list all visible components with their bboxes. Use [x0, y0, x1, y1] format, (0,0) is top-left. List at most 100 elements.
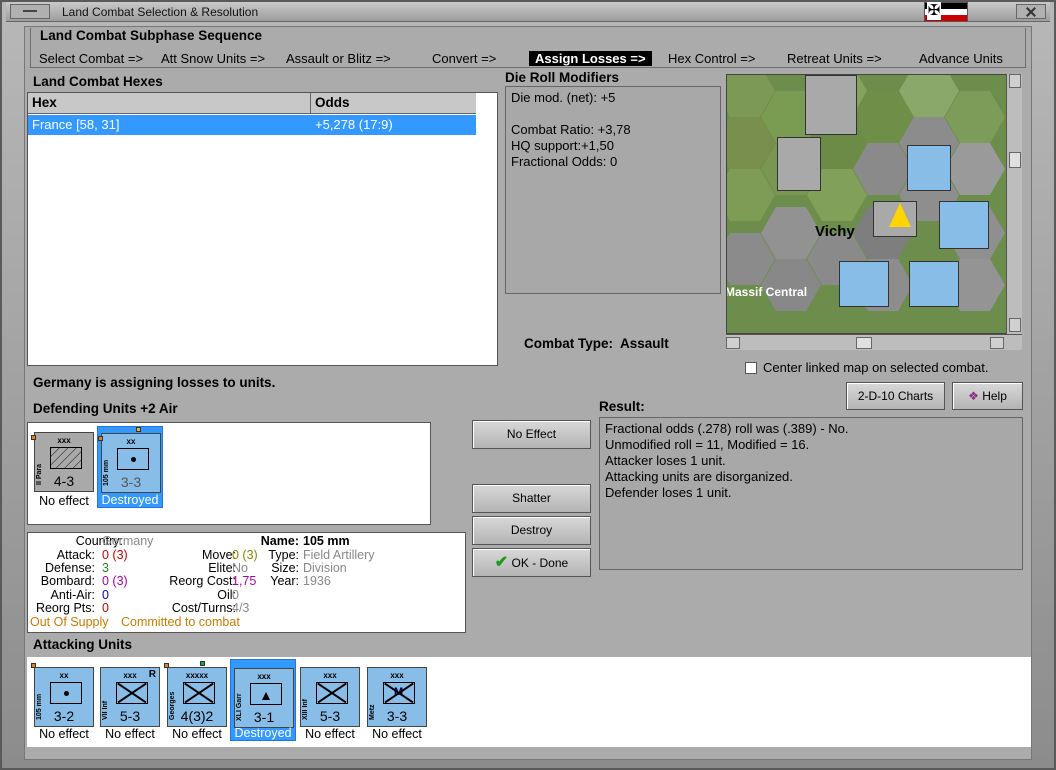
- combat-type-label: Combat Type:: [524, 336, 614, 351]
- center-map-label: Center linked map on selected combat.: [763, 360, 989, 375]
- map-unit[interactable]: [907, 145, 951, 191]
- infantry-icon: [316, 682, 348, 704]
- attacker-unit-card[interactable]: xx 105 mm 3-2 No effect: [31, 659, 97, 741]
- unit-result: No effect: [305, 727, 355, 741]
- result-line: Defender loses 1 unit.: [605, 485, 732, 500]
- status-message: Germany is assigning losses to units.: [33, 375, 276, 390]
- attacker-unit-card[interactable]: xxx XLI Garr 3-1 Destroyed: [230, 659, 296, 741]
- map-unit[interactable]: [777, 137, 821, 191]
- hexes-table: Hex Odds France [58, 31] +5,278 (17:9): [27, 92, 498, 366]
- unit-strength: 3-3: [120, 474, 142, 490]
- hexes-title: Land Combat Hexes: [33, 74, 163, 89]
- unit-strength: 3-3: [386, 708, 408, 724]
- table-row[interactable]: France [58, 31] +5,278 (17:9): [28, 115, 476, 135]
- unit-result: No effect: [372, 727, 422, 741]
- col-odds[interactable]: Odds: [311, 93, 476, 114]
- name-value: 105 mm: [303, 534, 350, 548]
- unit-counter: xxx Metz M 3-3: [367, 667, 427, 727]
- unit-counter: xxx II Para 4-3: [34, 432, 94, 492]
- map-unit[interactable]: [909, 261, 959, 307]
- unit-inner-mark: M: [394, 686, 404, 698]
- motorized-icon: M: [383, 682, 415, 704]
- no-effect-button[interactable]: No Effect: [472, 420, 591, 449]
- step-select-combat: Select Combat =>: [39, 51, 144, 66]
- unit-size: xx: [59, 671, 69, 680]
- title-bar: Land Combat Selection & Resolution: [6, 2, 1050, 22]
- scroll-left-icon[interactable]: [726, 337, 740, 349]
- shatter-button[interactable]: Shatter: [472, 484, 591, 513]
- destroy-button[interactable]: Destroy: [472, 516, 591, 545]
- infantry-icon: [183, 682, 215, 704]
- step-hex-control: Hex Control =>: [668, 51, 756, 66]
- committed-status: Committed to combat: [121, 615, 240, 629]
- combat-type: Combat Type: Assault: [524, 336, 669, 351]
- step-att-snow: Att Snow Units =>: [161, 51, 266, 66]
- unit-counter: xx 105 mm 3-3: [101, 433, 161, 493]
- unit-counter: xxx R VII Inf 5-3: [100, 667, 160, 727]
- bombard-value: 0 (3): [102, 574, 128, 588]
- result-line: Fractional odds (.278) roll was (.389) -…: [605, 421, 849, 436]
- unit-size: xxx: [323, 671, 337, 680]
- reorgcost-value: 1,75: [232, 574, 257, 588]
- ok-done-button[interactable]: ✔ OK - Done: [472, 548, 591, 577]
- mod-line: [511, 106, 715, 122]
- unit-result: No effect: [39, 494, 89, 508]
- result-box: Fractional odds (.278) roll was (.389) -…: [599, 417, 1023, 570]
- scroll-right-icon[interactable]: [990, 337, 1004, 349]
- reorgcost-label: Reorg Cost:: [169, 574, 236, 588]
- defending-title: Defending Units +2 Air: [33, 401, 178, 416]
- map-unit[interactable]: [805, 75, 857, 135]
- reorg-value: 0: [102, 601, 109, 615]
- center-map-checkbox[interactable]: [745, 362, 757, 374]
- infantry-icon: [116, 682, 148, 704]
- attacker-unit-card[interactable]: xxxxx Georges 4(3)2 No effect: [164, 659, 230, 741]
- map-unit[interactable]: [939, 201, 989, 249]
- unit-strength: 3-2: [53, 708, 75, 724]
- minimize-button[interactable]: [10, 4, 50, 19]
- germany-flag-icon: [924, 2, 968, 22]
- year-label: Year:: [270, 574, 299, 588]
- mod-line: Combat Ratio: +3,78: [511, 122, 631, 137]
- close-button[interactable]: [1016, 4, 1046, 19]
- mod-line: Die mod. (net): +5: [511, 90, 616, 105]
- row-odds: +5,278 (17:9): [315, 117, 393, 132]
- ok-done-label: OK - Done: [511, 556, 569, 570]
- unit-strength: 4-3: [53, 473, 75, 489]
- unit-strength: 3-1: [253, 709, 275, 725]
- unit-strength: 4(3)2: [180, 708, 214, 724]
- map-label-massif: Massif Central: [726, 285, 808, 299]
- attacker-unit-card[interactable]: xxx Metz M 3-3 No effect: [364, 659, 430, 741]
- map-vscroll[interactable]: [1006, 74, 1022, 334]
- bombard-label: Bombard:: [40, 574, 95, 588]
- unit-counter: xx 105 mm 3-2: [34, 667, 94, 727]
- step-assault-blitz: Assault or Blitz =>: [286, 51, 391, 66]
- map-unit[interactable]: [839, 261, 889, 307]
- modifiers-title: Die Roll Modifiers: [505, 70, 620, 85]
- artillery-icon: [50, 682, 82, 704]
- charts-button[interactable]: 2-D-10 Charts: [846, 382, 945, 410]
- unit-size: xxx: [57, 436, 71, 445]
- step-assign-losses: Assign Losses =>: [529, 51, 652, 66]
- vscroll-thumb[interactable]: [1009, 152, 1021, 168]
- col-hex[interactable]: Hex: [28, 93, 311, 114]
- scroll-down-icon[interactable]: [1009, 318, 1021, 332]
- hscroll-thumb[interactable]: [856, 337, 872, 349]
- result-line: Attacker loses 1 unit.: [605, 453, 726, 468]
- help-button[interactable]: ❖ Help: [952, 382, 1023, 410]
- attacker-unit-card[interactable]: xxx XIII Inf 5-3 No effect: [297, 659, 363, 741]
- result-title: Result:: [599, 399, 645, 414]
- map-hscroll[interactable]: [726, 334, 1022, 350]
- attacker-unit-card[interactable]: xxx R VII Inf 5-3 No effect: [97, 659, 163, 741]
- defender-unit-card[interactable]: xx 105 mm 3-3 Destroyed: [97, 426, 163, 508]
- supply-status: Out Of Supply: [30, 615, 109, 629]
- unit-result: Destroyed: [101, 493, 159, 507]
- linked-map[interactable]: Vichy Massif Central: [726, 74, 1022, 334]
- checkmark-icon: ✔: [494, 554, 509, 571]
- unit-strength: 5-3: [119, 708, 141, 724]
- defender-unit-card[interactable]: xxx II Para 4-3 No effect: [31, 426, 97, 508]
- country-value: Germany: [102, 534, 154, 548]
- subphase-title: Land Combat Subphase Sequence: [40, 28, 263, 43]
- scroll-up-icon[interactable]: [1009, 74, 1021, 88]
- help-label: Help: [982, 389, 1007, 403]
- attacking-list: xx 105 mm 3-2 No effect xxx R VII Inf 5-…: [27, 657, 1031, 747]
